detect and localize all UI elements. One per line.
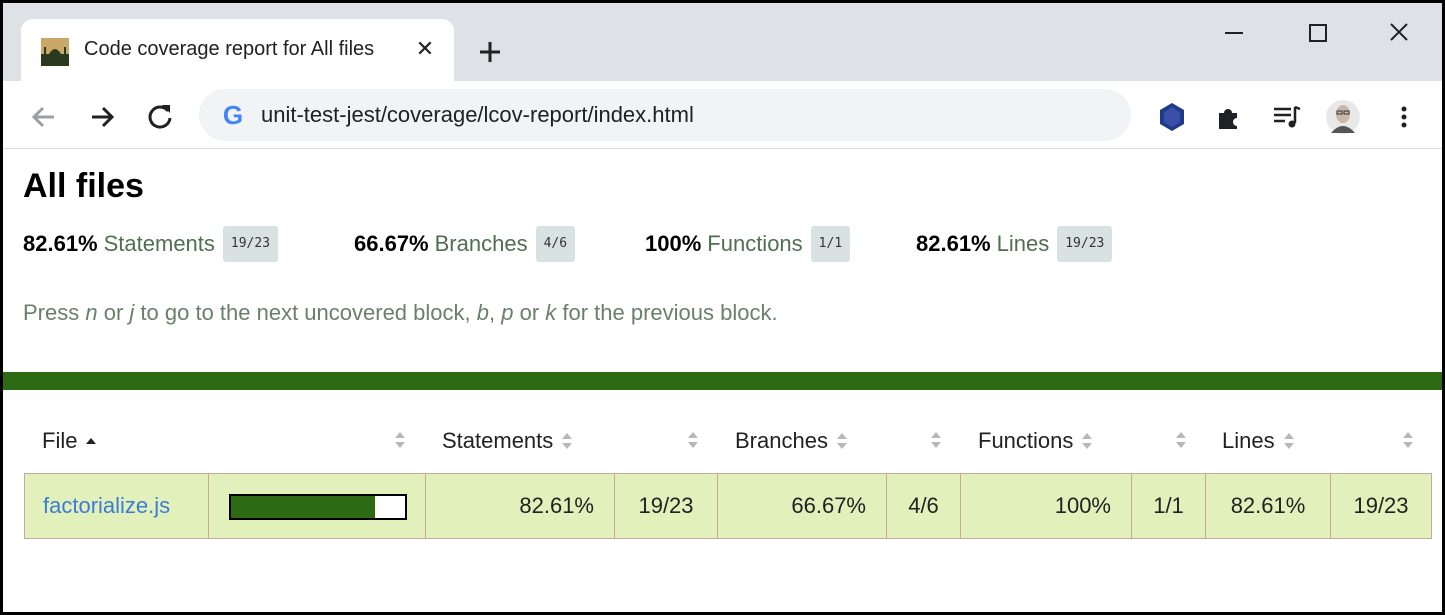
functions-frac-cell: 1/1 <box>1132 474 1206 538</box>
summary-pct: 82.61% <box>916 231 991 256</box>
statements-pct-cell: 82.61% <box>426 474 615 538</box>
sort-icon <box>1082 433 1093 449</box>
menu-kebab-icon[interactable] <box>1386 99 1422 135</box>
sort-icon[interactable] <box>1401 430 1415 450</box>
summary-lines: 82.61% Lines 19/23 <box>916 226 1113 262</box>
summary-pct: 100% <box>645 231 702 256</box>
browser-toolbar: G unit-test-jest/coverage/lcov-report/in… <box>3 81 1442 149</box>
close-tab-icon[interactable]: ✕ <box>414 38 436 60</box>
summary-statements: 82.61% Statements 19/23 <box>23 226 279 262</box>
sort-icon <box>1283 433 1294 449</box>
summary-fraction: 1/1 <box>810 226 851 262</box>
statements-frac-cell: 19/23 <box>615 474 718 538</box>
sort-icon[interactable] <box>1174 430 1188 450</box>
file-link[interactable]: factorialize.js <box>25 493 170 519</box>
sort-icon[interactable] <box>393 430 407 450</box>
file-cell: factorialize.js <box>25 474 209 538</box>
coverage-bar-cell <box>209 474 426 538</box>
sort-icon[interactable] <box>686 430 700 450</box>
google-icon: G <box>222 100 244 130</box>
extension-hexagon-icon[interactable] <box>1154 99 1190 135</box>
keyboard-hint: Press n or j to go to the next uncovered… <box>23 300 778 325</box>
coverage-summary: 82.61% Statements 19/23 66.67% Branches … <box>23 226 1423 262</box>
table-header: File Statements Branches Functions Lines <box>24 420 1432 470</box>
summary-label: Lines <box>996 231 1050 256</box>
summary-fraction: 4/6 <box>535 226 576 262</box>
sort-ascending-icon <box>86 438 97 444</box>
branches-frac-cell: 4/6 <box>887 474 961 538</box>
tab-title: Code coverage report for All files <box>84 38 375 60</box>
active-tab[interactable]: Code coverage report for All files ✕ <box>21 19 454 81</box>
profile-avatar-icon[interactable] <box>1325 99 1361 135</box>
lines-frac-cell: 19/23 <box>1353 493 1409 518</box>
column-header-branches[interactable]: Branches <box>735 428 848 454</box>
istanbul-favicon-icon <box>41 38 69 66</box>
back-arrow-icon[interactable] <box>28 101 60 133</box>
summary-label: Functions <box>707 231 803 256</box>
column-header-lines[interactable]: Lines <box>1222 428 1295 454</box>
summary-label: Statements <box>103 231 215 256</box>
minimize-icon[interactable] <box>1216 17 1252 49</box>
summary-pct: 66.67% <box>354 231 429 256</box>
coverage-bar <box>229 494 407 520</box>
close-window-icon[interactable] <box>1381 17 1417 49</box>
tab-strip: Code coverage report for All files ✕ <box>3 3 1442 81</box>
forward-arrow-icon[interactable] <box>86 101 118 133</box>
summary-fraction: 19/23 <box>1057 226 1113 262</box>
status-divider-bar <box>3 372 1442 390</box>
url-text[interactable]: unit-test-jest/coverage/lcov-report/inde… <box>261 102 694 128</box>
lines-pct-cell: 82.61% <box>1206 474 1331 538</box>
summary-fraction: 19/23 <box>222 226 279 262</box>
table-row: factorialize.js 82.61% 19/23 66.67% 4/6 … <box>24 473 1432 539</box>
new-tab-icon[interactable] <box>475 37 505 67</box>
summary-branches: 66.67% Branches 4/6 <box>354 226 576 262</box>
column-header-statements[interactable]: Statements <box>442 428 573 454</box>
sort-icon[interactable] <box>929 430 943 450</box>
address-bar[interactable]: G unit-test-jest/coverage/lcov-report/in… <box>199 89 1131 141</box>
sort-icon <box>562 433 573 449</box>
media-queue-icon[interactable] <box>1269 99 1305 135</box>
summary-pct: 82.61% <box>23 231 98 256</box>
column-header-file[interactable]: File <box>42 428 97 454</box>
reload-icon[interactable] <box>144 101 176 133</box>
page-title: All files <box>23 167 144 205</box>
branches-pct-cell: 66.67% <box>718 474 887 538</box>
extensions-puzzle-icon[interactable] <box>1211 99 1247 135</box>
functions-pct-cell: 100% <box>961 474 1132 538</box>
maximize-icon[interactable] <box>1300 17 1336 49</box>
coverage-bar-fill <box>231 496 375 518</box>
summary-functions: 100% Functions 1/1 <box>645 226 851 262</box>
summary-label: Branches <box>434 231 528 256</box>
column-header-functions[interactable]: Functions <box>978 428 1093 454</box>
sort-icon <box>836 433 847 449</box>
browser-window: Code coverage report for All files ✕ G u… <box>3 3 1442 612</box>
page-content: All files 82.61% Statements 19/23 66.67%… <box>3 150 1442 612</box>
